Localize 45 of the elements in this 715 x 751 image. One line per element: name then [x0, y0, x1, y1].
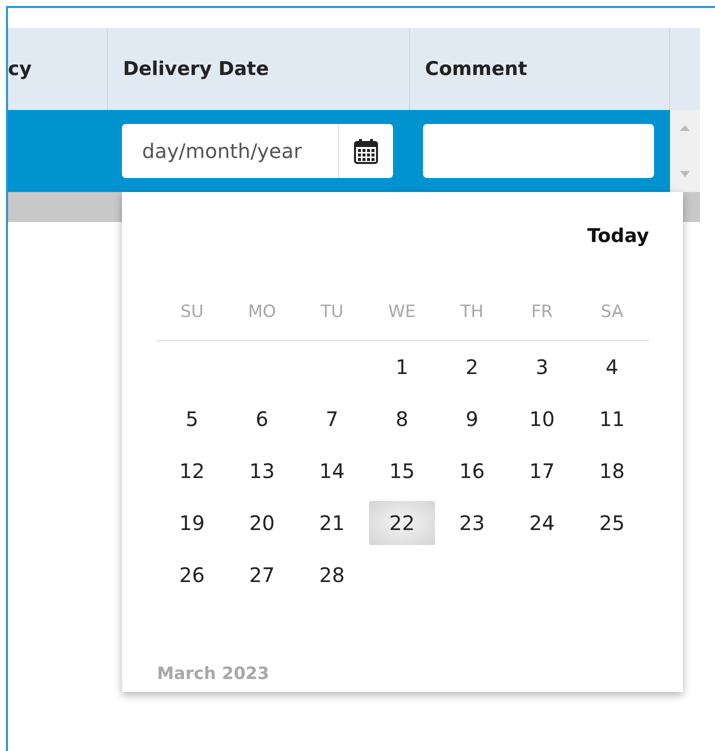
weekday-label: SU [180, 302, 204, 322]
calendar-day[interactable]: 5 [159, 397, 225, 441]
today-button[interactable]: Today [587, 222, 649, 250]
month-label: March 2023 [157, 664, 270, 684]
vertical-scrollbar[interactable] [670, 110, 700, 192]
calendar-day[interactable]: 23 [439, 501, 505, 545]
calendar-day[interactable]: 21 [299, 501, 365, 545]
calendar-day[interactable]: 26 [159, 553, 225, 597]
calendar-day[interactable]: 15 [369, 449, 435, 493]
date-field[interactable]: day/month/year [122, 124, 393, 178]
calendar-day[interactable]: 16 [439, 449, 505, 493]
weekday-label: TU [320, 302, 344, 322]
calendar-day[interactable]: 2 [439, 345, 505, 389]
calendar-day[interactable]: 10 [509, 397, 575, 441]
weekday-label: WE [388, 302, 416, 322]
calendar-day[interactable]: 6 [229, 397, 295, 441]
calendar-day[interactable]: 17 [509, 449, 575, 493]
calendar-day[interactable]: 1 [369, 345, 435, 389]
weekday-label: FR [531, 302, 553, 322]
calendar-day[interactable]: 22 [369, 501, 435, 545]
calendar-day[interactable]: 12 [159, 449, 225, 493]
calendar-icon [354, 138, 378, 164]
weekday-label: MO [248, 302, 276, 322]
calendar-day[interactable]: 8 [369, 397, 435, 441]
calendar-day[interactable]: 24 [509, 501, 575, 545]
calendar-day[interactable]: 11 [579, 397, 645, 441]
calendar-day[interactable]: 14 [299, 449, 365, 493]
calendar-day[interactable]: 25 [579, 501, 645, 545]
calendar-day[interactable]: 19 [159, 501, 225, 545]
calendar-day[interactable]: 3 [509, 345, 575, 389]
calendar-day[interactable]: 28 [299, 553, 365, 597]
calendar-day[interactable]: 13 [229, 449, 295, 493]
calendar-day[interactable]: 20 [229, 501, 295, 545]
weekday-label: SA [600, 302, 624, 322]
table-row[interactable]: day/month/year [8, 110, 700, 192]
scroll-down-icon[interactable] [679, 170, 691, 178]
calendar-day[interactable]: 9 [439, 397, 505, 441]
weekday-label: TH [460, 302, 484, 322]
calendar-day[interactable]: 7 [299, 397, 365, 441]
calendar-day[interactable]: 4 [579, 345, 645, 389]
comment-field[interactable] [423, 124, 654, 178]
calendar-button[interactable] [338, 124, 393, 178]
scroll-up-icon[interactable] [679, 124, 691, 132]
calendar-day[interactable]: 27 [229, 553, 295, 597]
calendar-day[interactable]: 18 [579, 449, 645, 493]
